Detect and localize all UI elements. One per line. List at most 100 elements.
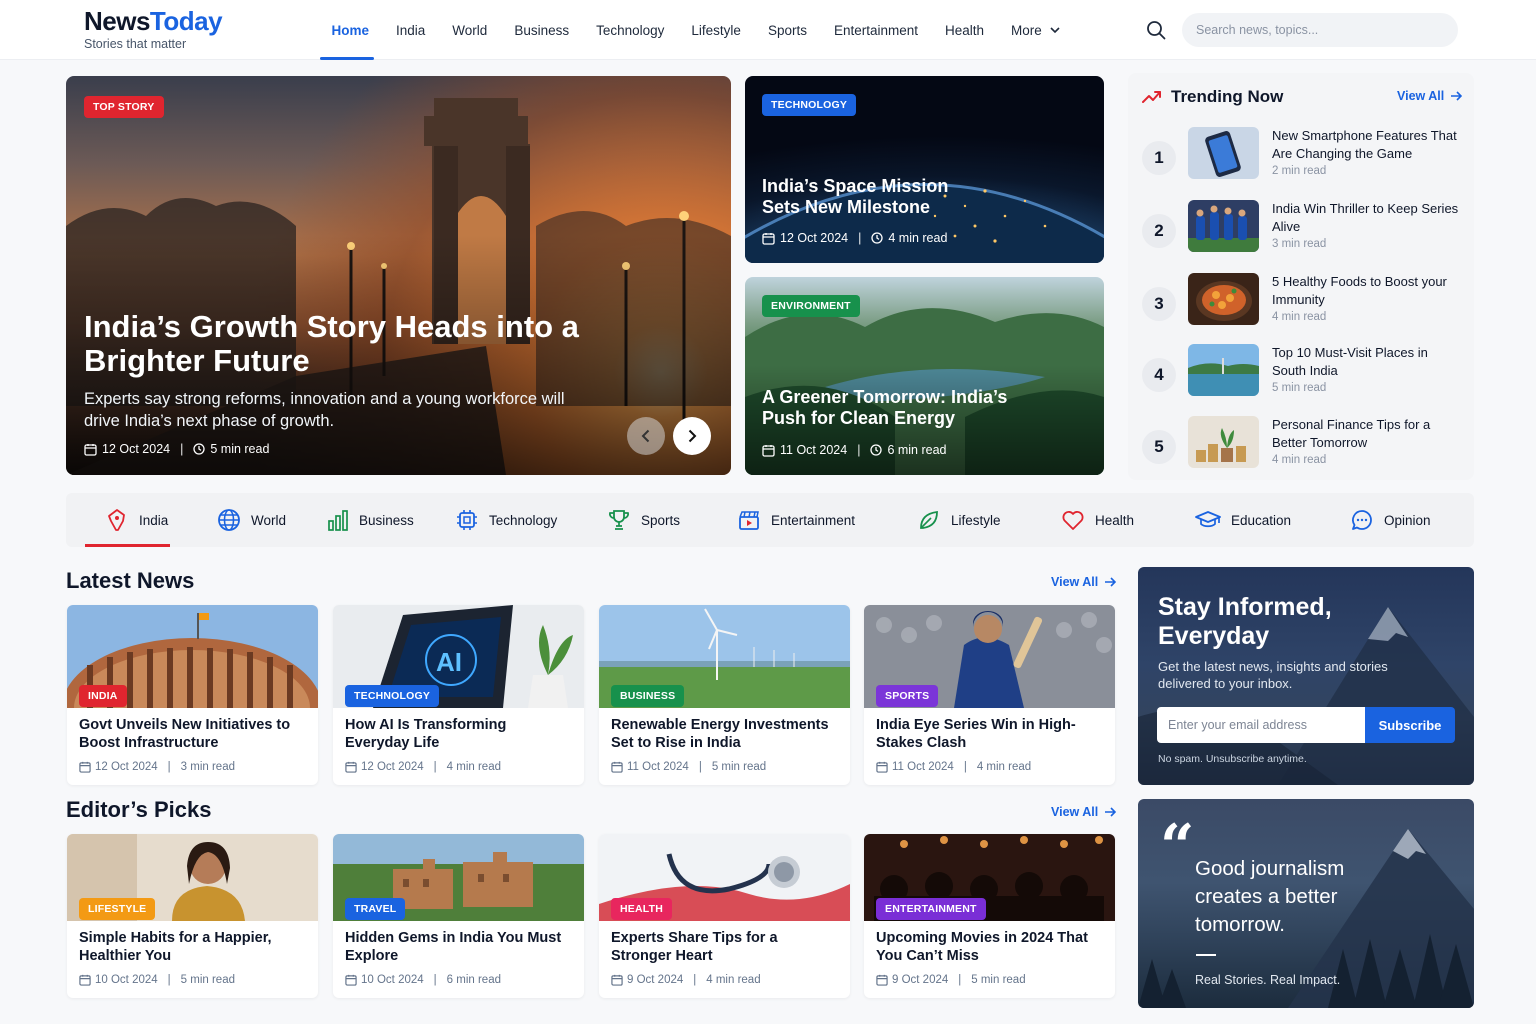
latest-news-card[interactable]: AI TECHNOLOGY How AI Is Transforming Eve…: [333, 605, 584, 785]
search-button[interactable]: [1146, 20, 1166, 40]
category-lifestyle[interactable]: Lifestyle: [917, 493, 1001, 547]
trending-rank: 1: [1142, 141, 1176, 175]
category-sports[interactable]: Sports: [607, 493, 680, 547]
news-meta: 9 Oct 2024 | 4 min read: [611, 974, 761, 986]
trending-title: Personal Finance Tips for a Better Tomor…: [1272, 417, 1431, 450]
category-world[interactable]: World: [217, 493, 286, 547]
food-bowl-image: [1188, 273, 1259, 325]
logo-wordmark: NewsToday: [84, 6, 223, 36]
nav-india[interactable]: India: [383, 0, 439, 60]
nav-home[interactable]: Home: [318, 0, 383, 60]
trending-read-time: 3 min read: [1272, 238, 1327, 250]
category-badge: INDIA: [79, 685, 127, 707]
trending-item[interactable]: 3 5 Healthy Foods to Boost your Immunity…: [1142, 273, 1468, 333]
hero-story[interactable]: TOP STORY India’s Growth Story Heads int…: [66, 76, 731, 475]
india-map-icon: [108, 509, 125, 531]
trending-item[interactable]: 5 Personal Finance Tips for a Better Tom…: [1142, 416, 1468, 476]
editors-pick-card[interactable]: LIFESTYLE Simple Habits for a Happier, H…: [67, 834, 318, 998]
hero-date: 12 Oct 2024: [102, 442, 171, 456]
news-read-time: 4 min read: [976, 761, 1032, 773]
view-all-label: View All: [1397, 89, 1445, 103]
ai-logo-mark: AI: [436, 647, 462, 677]
search-input[interactable]: [1182, 13, 1458, 47]
latest-view-all-link[interactable]: View All: [1051, 575, 1117, 589]
editors-pick-card[interactable]: TRAVEL Hidden Gems in India You Must Exp…: [333, 834, 584, 998]
news-title: Renewable Energy Investments Set to Rise…: [611, 717, 829, 751]
logo[interactable]: NewsToday Stories that matter: [84, 6, 223, 51]
side-story-title[interactable]: A Greener Tomorrow: India’s Push for Cle…: [762, 387, 1052, 429]
editors-pick-card[interactable]: HEALTH Experts Share Tips for a Stronger…: [599, 834, 850, 998]
carousel-next-button[interactable]: [673, 417, 711, 455]
trending-read-time: 4 min read: [1272, 311, 1327, 323]
trending-rank: 2: [1142, 214, 1176, 248]
category-badge: LIFESTYLE: [79, 898, 156, 920]
side-story-title[interactable]: India’s Space Mission Sets New Milestone: [762, 176, 982, 218]
category-badge: TRAVEL: [345, 898, 406, 920]
category-education[interactable]: Education: [1195, 493, 1291, 547]
news-date: 12 Oct 2024: [95, 761, 158, 773]
nav-lifestyle[interactable]: Lifestyle: [678, 0, 755, 60]
category-health[interactable]: Health: [1061, 493, 1134, 547]
hero-meta: 12 Oct 2024 | 5 min read: [84, 442, 269, 456]
subscribe-button[interactable]: Subscribe: [1365, 707, 1455, 743]
trending-title: New Smartphone Features That Are Changin…: [1272, 128, 1457, 161]
news-read-time: 5 min read: [971, 974, 1026, 986]
nav-world[interactable]: World: [439, 0, 501, 60]
trending-item[interactable]: 2 India Win Thriller to Keep Series Aliv…: [1142, 200, 1468, 260]
news-meta: 12 Oct 2024 | 4 min read: [345, 761, 501, 773]
category-entertainment[interactable]: Entertainment: [737, 493, 855, 547]
news-read-time: 3 min read: [180, 761, 235, 773]
nav-more[interactable]: More: [998, 0, 1074, 60]
news-title: Simple Habits for a Happier, Healthier Y…: [79, 930, 272, 964]
newsletter-panel: Stay Informed, Everyday Get the latest n…: [1138, 567, 1474, 785]
nav-health[interactable]: Health: [932, 0, 998, 60]
news-title: Upcoming Movies in 2024 That You Can’t M…: [876, 930, 1088, 964]
chip-icon: [457, 510, 477, 530]
news-meta: 9 Oct 2024 | 5 min read: [876, 974, 1026, 986]
main-nav: Home India World Business Technology Lif…: [318, 0, 1073, 60]
meta-separator: |: [433, 974, 437, 986]
globe-icon: [218, 509, 240, 531]
leaf-icon: [920, 510, 938, 529]
chevron-down-icon: [1050, 26, 1060, 33]
picks-view-all-link[interactable]: View All: [1051, 805, 1117, 819]
category-business[interactable]: Business: [327, 493, 414, 547]
news-date: 11 Oct 2024: [627, 761, 689, 773]
side-story-technology[interactable]: TECHNOLOGY India’s Space Mission Sets Ne…: [745, 76, 1104, 263]
latest-news-card[interactable]: SPORTS India Eye Series Win in High-Stak…: [864, 605, 1115, 785]
nav-more-label: More: [1011, 22, 1042, 38]
trending-item[interactable]: 4 Top 10 Must-Visit Places in South Indi…: [1142, 344, 1468, 404]
category-opinion[interactable]: Opinion: [1350, 493, 1431, 547]
carousel-prev-button[interactable]: [627, 417, 665, 455]
trending-title: India Win Thriller to Keep Series Alive: [1272, 201, 1459, 234]
email-field[interactable]: [1157, 707, 1365, 743]
nav-entertainment[interactable]: Entertainment: [820, 0, 931, 60]
clock-icon: [871, 232, 884, 244]
trending-rank: 4: [1142, 358, 1176, 392]
trending-panel: Trending Now View All 1 New Smartphone F…: [1128, 73, 1474, 480]
category-india[interactable]: India: [84, 493, 171, 547]
editors-pick-card[interactable]: ENTERTAINMENT Upcoming Movies in 2024 Th…: [864, 834, 1115, 998]
site-header: NewsToday Stories that matter Home India…: [0, 0, 1536, 60]
category-technology[interactable]: Technology: [455, 493, 557, 547]
lake-landscape-image: [1188, 344, 1259, 396]
side-story-date: 11 Oct 2024: [780, 443, 848, 457]
newsletter-title: Stay Informed, Everyday: [1158, 593, 1332, 650]
nav-sports[interactable]: Sports: [754, 0, 820, 60]
side-story-environment[interactable]: ENVIRONMENT A Greener Tomorrow: India’s …: [745, 277, 1104, 475]
news-date: 12 Oct 2024: [361, 761, 424, 773]
trending-read-time: 2 min read: [1272, 165, 1327, 177]
quote-panel: “ Good journalism creates a better tomor…: [1138, 799, 1474, 1008]
news-title: Experts Share Tips for a Stronger Heart: [611, 930, 778, 964]
hero-title[interactable]: India’s Growth Story Heads into a Bright…: [84, 310, 684, 378]
trending-item[interactable]: 1 New Smartphone Features That Are Chang…: [1142, 127, 1468, 187]
trending-view-all-link[interactable]: View All: [1397, 89, 1463, 103]
latest-news-card[interactable]: BUSINESS Renewable Energy Investments Se…: [599, 605, 850, 785]
nav-technology[interactable]: Technology: [583, 0, 678, 60]
news-date: 10 Oct 2024: [95, 974, 158, 986]
news-read-time: 5 min read: [711, 761, 767, 773]
latest-news-card[interactable]: INDIA Govt Unveils New Initiatives to Bo…: [67, 605, 318, 785]
nav-business[interactable]: Business: [501, 0, 583, 60]
news-read-time: 5 min read: [180, 974, 235, 986]
meta-separator: |: [857, 443, 861, 457]
